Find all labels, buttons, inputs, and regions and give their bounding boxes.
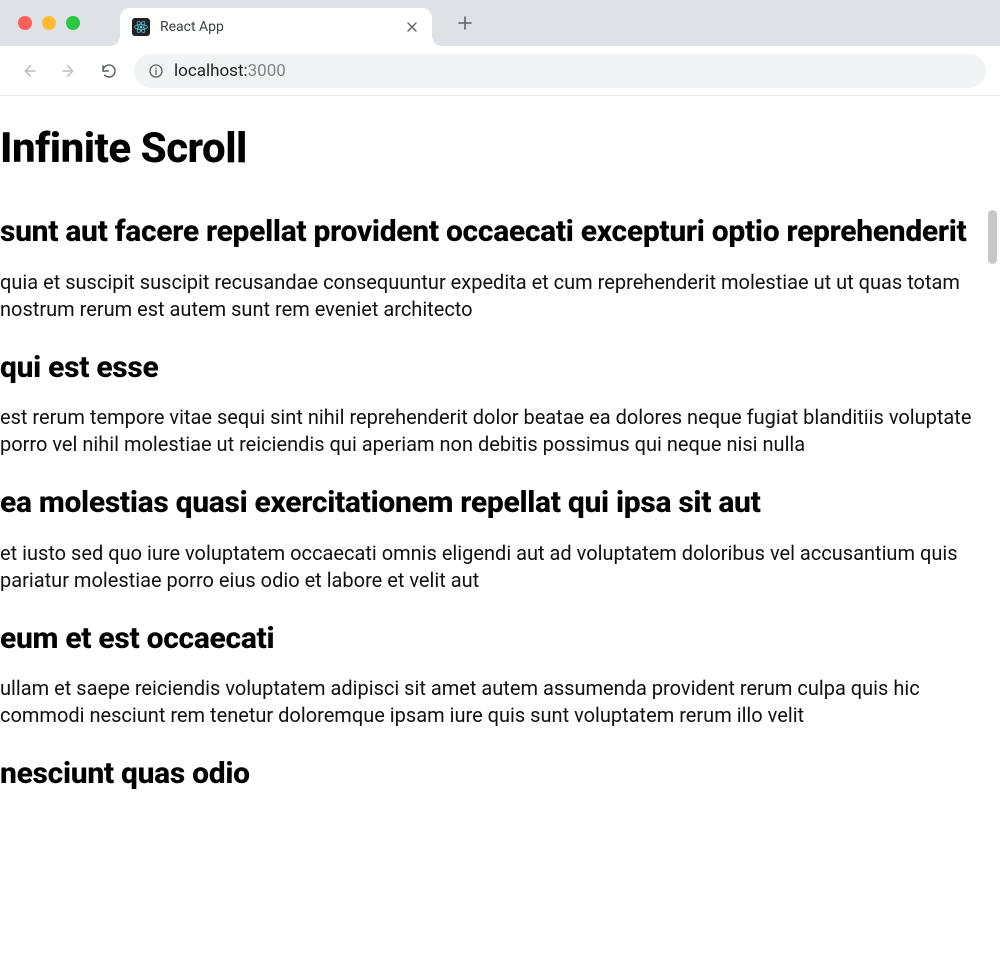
- tab-title: React App: [160, 19, 394, 35]
- close-tab-button[interactable]: [404, 19, 420, 35]
- browser-toolbar: localhost:3000: [0, 46, 1000, 96]
- post: nesciunt quas odio: [0, 755, 1000, 793]
- post-body: est rerum tempore vitae sequi sint nihil…: [0, 404, 980, 458]
- address-bar[interactable]: localhost:3000: [134, 54, 986, 88]
- maximize-window-button[interactable]: [66, 16, 80, 30]
- arrow-right-icon: [60, 62, 78, 80]
- post-title: sunt aut facere repellat provident occae…: [0, 213, 1000, 251]
- plus-icon: [458, 16, 472, 30]
- tab-strip: React App: [0, 0, 1000, 46]
- post-body: et iusto sed quo iure voluptatem occaeca…: [0, 540, 980, 594]
- forward-button[interactable]: [54, 56, 84, 86]
- close-icon: [407, 22, 417, 32]
- page-content: Infinite Scroll sunt aut facere repellat…: [0, 124, 1000, 793]
- url-text: localhost:3000: [174, 61, 286, 81]
- tab-active[interactable]: React App: [120, 8, 432, 46]
- back-button[interactable]: [14, 56, 44, 86]
- post: qui est esse est rerum tempore vitae seq…: [0, 349, 1000, 459]
- reload-button[interactable]: [94, 56, 124, 86]
- url-port: 3000: [248, 61, 286, 81]
- post: sunt aut facere repellat provident occae…: [0, 213, 1000, 323]
- post-body: quia et suscipit suscipit recusandae con…: [0, 269, 980, 323]
- page-title: Infinite Scroll: [0, 124, 1000, 173]
- url-host: localhost:: [174, 61, 248, 81]
- post: eum et est occaecati ullam et saepe reic…: [0, 620, 1000, 730]
- info-icon: [148, 63, 164, 79]
- browser-chrome: React App: [0, 0, 1000, 96]
- close-window-button[interactable]: [18, 16, 32, 30]
- post-title: qui est esse: [0, 349, 1000, 387]
- page-viewport[interactable]: Infinite Scroll sunt aut facere repellat…: [0, 96, 1000, 973]
- post-body: ullam et saepe reiciendis voluptatem adi…: [0, 675, 980, 729]
- new-tab-button[interactable]: [450, 8, 480, 38]
- minimize-window-button[interactable]: [42, 16, 56, 30]
- reload-icon: [100, 62, 118, 80]
- post-title: nesciunt quas odio: [0, 755, 1000, 793]
- post-title: eum et est occaecati: [0, 620, 1000, 658]
- post: ea molestias quasi exercitationem repell…: [0, 484, 1000, 594]
- arrow-left-icon: [20, 62, 38, 80]
- react-icon: [132, 18, 150, 36]
- post-title: ea molestias quasi exercitationem repell…: [0, 484, 1000, 522]
- page-scrollbar-thumb[interactable]: [988, 210, 997, 264]
- window-controls: [18, 0, 80, 46]
